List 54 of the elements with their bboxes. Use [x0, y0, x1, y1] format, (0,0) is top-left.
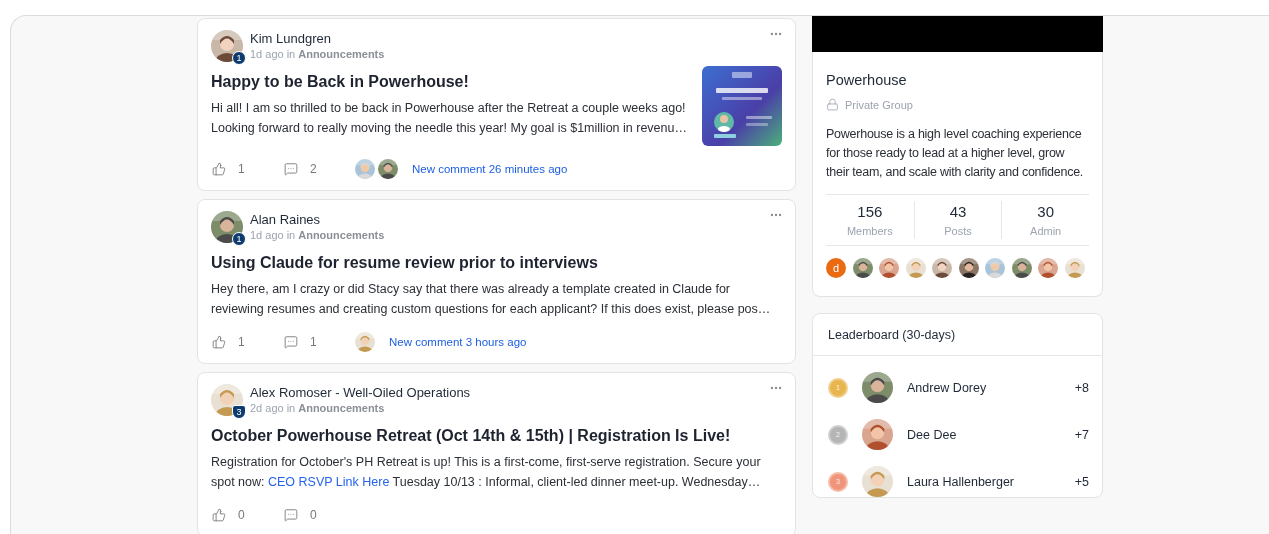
group-description: Powerhouse is a high level coaching experience for those ready to lead at a higher level, grow their team, and scale with clarity and confidence.: [826, 126, 1085, 181]
post-excerpt: Registration for October's PH Retreat is up! This is a first-come, first-serve registration. Secure your spot now: CEO RSVP Link Here Tuesday 10/13 : Informal, client-led dinner meet-up. Wednesday…: [211, 454, 762, 491]
category-label: Announcements: [298, 47, 385, 62]
post-title: October Powerhouse Retreat (Oct 14th & 15th) | Registration Is Live!: [211, 426, 732, 446]
stat-label: Admin: [1030, 225, 1062, 237]
in-label: in: [286, 401, 296, 416]
leader-points: +5: [1074, 474, 1089, 489]
in-label: in: [286, 228, 296, 243]
post-time: 1d ago: [250, 47, 284, 62]
comment-icon: [284, 335, 298, 349]
level-badge: 1: [232, 232, 246, 246]
author-name: Kim Lundgren: [250, 30, 332, 47]
category-label: Announcements: [298, 401, 385, 416]
level-badge: 1: [232, 51, 246, 65]
stat-label: Members: [846, 225, 893, 237]
like-button[interactable]: 1: [211, 335, 283, 349]
group-name: Powerhouse: [826, 72, 908, 88]
leader-name[interactable]: Laura Hallenberger: [907, 474, 1061, 489]
stat-value: 30: [1037, 203, 1054, 220]
new-comment-link[interactable]: New comment 3 hours ago: [389, 336, 527, 348]
thumbs-up-icon: [212, 335, 226, 349]
author-name: Alex Romoser - Well-Oiled Operations: [250, 384, 471, 401]
in-label: in: [286, 47, 296, 62]
category-label: Announcements: [298, 228, 385, 243]
stat-value: 156: [857, 203, 883, 220]
privacy-label: Private Group: [845, 98, 913, 111]
post-excerpt: Hi all! I am so thrilled to be back in Powerhouse after the Retreat a couple weeks ago! Looking forward to really moving the needle this year! My goal is $1million in revenu…: [211, 100, 688, 137]
leader-points: +8: [1074, 380, 1089, 395]
leaderboard-title: Leaderboard (30-days): [813, 314, 1102, 356]
comment-icon: [284, 162, 298, 176]
stat-label: Posts: [944, 225, 972, 237]
lock-icon: [826, 98, 839, 111]
thumbs-up-icon: [212, 162, 226, 176]
leader-name[interactable]: Dee Dee: [907, 427, 1061, 442]
comment-icon: [284, 508, 298, 522]
like-button[interactable]: 0: [211, 508, 283, 522]
post-excerpt: Hey there, am I crazy or did Stacy say that there was already a template created in Claude for reviewing resumes and creating custom questions for each applicant? If this does exist, please pos…: [211, 281, 772, 318]
author-name: Alan Raines: [250, 211, 322, 228]
post-title: Happy to be Back in Powerhouse!: [211, 72, 470, 92]
post-time: 1d ago: [250, 228, 284, 243]
post-time: 2d ago: [250, 401, 284, 416]
comment-button[interactable]: 2: [283, 162, 355, 176]
comment-button[interactable]: 1: [283, 335, 355, 349]
stat-value: 43: [949, 203, 967, 220]
new-comment-link[interactable]: New comment 26 minutes ago: [412, 163, 568, 175]
leader-points: +7: [1074, 427, 1089, 442]
comment-button[interactable]: 0: [283, 508, 355, 522]
like-button[interactable]: 1: [211, 162, 283, 176]
post-title: Using Claude for resume review prior to interviews: [211, 253, 599, 273]
member-avatar[interactable]: d: [826, 258, 846, 278]
leader-name[interactable]: Andrew Dorey: [907, 380, 1061, 395]
level-badge: 3: [232, 405, 246, 419]
rsvp-link[interactable]: CEO RSVP Link Here: [268, 474, 390, 489]
thumbs-up-icon: [212, 508, 226, 522]
